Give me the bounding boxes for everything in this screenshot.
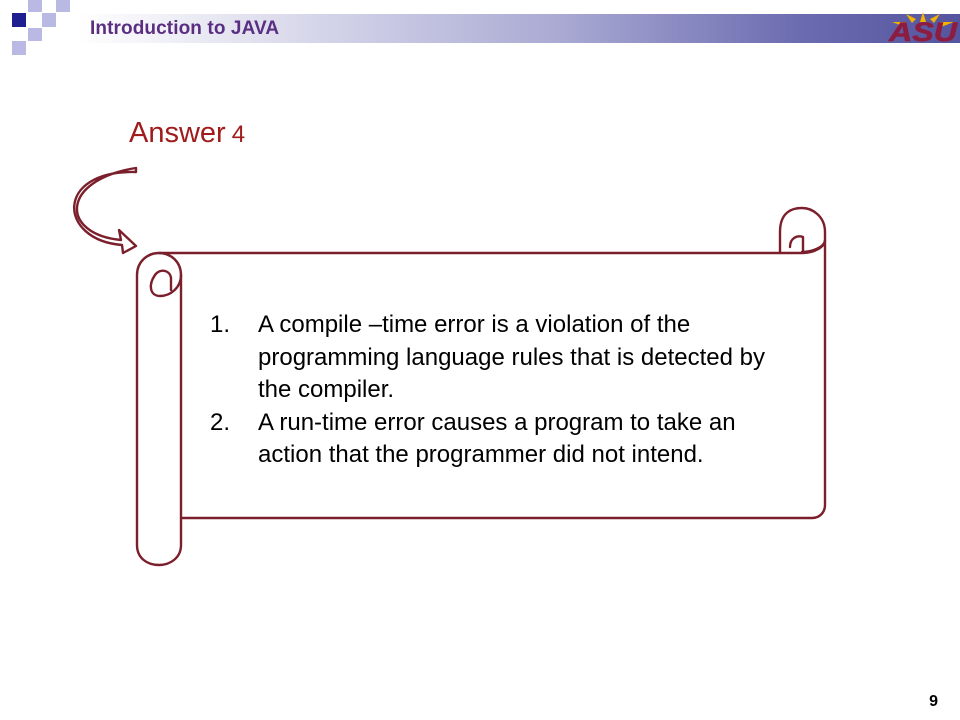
scroll-left-roll bbox=[135, 251, 183, 567]
list-item-number: 2. bbox=[210, 408, 231, 436]
list-item-text: A run-time error causes a program to tak… bbox=[258, 408, 736, 469]
answer-list: 1. A compile –time error is a violation … bbox=[204, 309, 770, 472]
scroll-top-roll bbox=[778, 206, 827, 255]
list-item: 2. A run-time error causes a program to … bbox=[204, 407, 770, 472]
list-item-number: 1. bbox=[210, 311, 231, 338]
scroll-left-roll-curl bbox=[149, 269, 183, 298]
list-item: 1. A compile –time error is a violation … bbox=[204, 309, 770, 407]
curved-arrow-icon bbox=[73, 166, 138, 255]
list-item-text: A compile –time error is a violation of … bbox=[258, 311, 765, 403]
slide-number: 9 bbox=[929, 693, 938, 710]
